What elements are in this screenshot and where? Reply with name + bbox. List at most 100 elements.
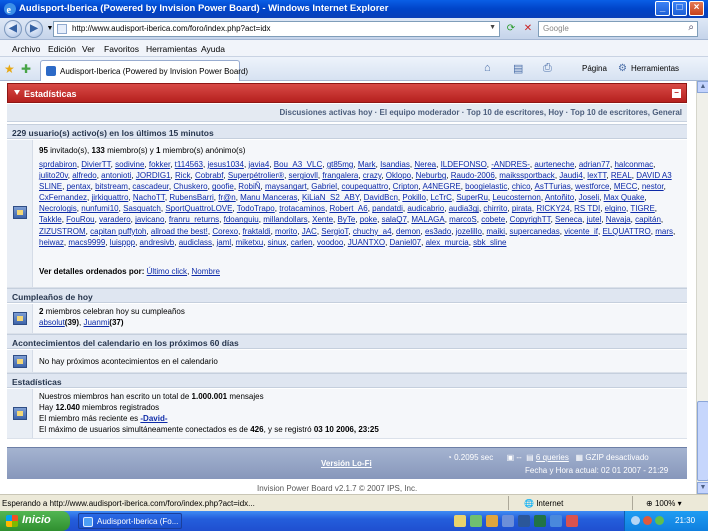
online-user-link[interactable]: DavidBcn bbox=[364, 193, 398, 202]
online-user-link[interactable]: Robert_A6 bbox=[329, 204, 367, 213]
online-user-link[interactable]: MECC bbox=[614, 182, 638, 191]
online-user-link[interactable]: varadero bbox=[99, 215, 131, 224]
minimize-section-icon[interactable]: − bbox=[672, 89, 681, 98]
refresh-icon[interactable]: ⟳ bbox=[503, 21, 519, 37]
online-user-link[interactable]: pirata bbox=[512, 204, 532, 213]
online-user-link[interactable]: SportQuattroLOVE bbox=[165, 204, 232, 213]
online-user-link[interactable]: Corexo bbox=[212, 227, 238, 236]
online-user-link[interactable]: A4NEGRE bbox=[422, 182, 460, 191]
online-user-link[interactable]: alex_murcia bbox=[426, 238, 469, 247]
online-user-link[interactable]: Necrologis bbox=[39, 204, 77, 213]
online-user-link[interactable]: Neburbg bbox=[416, 171, 447, 180]
tray-icon[interactable] bbox=[655, 516, 664, 525]
search-field[interactable]: Google ⌕ bbox=[538, 21, 698, 37]
online-user-link[interactable]: jozelillo bbox=[456, 227, 482, 236]
online-user-link[interactable]: andresivb bbox=[140, 238, 175, 247]
online-user-link[interactable]: millandollars bbox=[263, 215, 307, 224]
stop-icon[interactable]: ✕ bbox=[520, 21, 536, 37]
online-user-link[interactable]: Mark bbox=[358, 160, 376, 169]
online-user-link[interactable]: crazy bbox=[363, 171, 382, 180]
home-icon[interactable]: ⌂ bbox=[484, 62, 491, 74]
newest-member-link[interactable]: -David- bbox=[140, 414, 167, 423]
online-user-link[interactable]: coupequattro bbox=[341, 182, 388, 191]
online-user-link[interactable]: trotacaminos bbox=[279, 204, 325, 213]
minimize-button[interactable]: _ bbox=[655, 1, 670, 16]
online-user-link[interactable]: TodoTrapo bbox=[237, 204, 275, 213]
start-button[interactable]: Inicio bbox=[0, 511, 70, 531]
scroll-thumb[interactable] bbox=[697, 401, 708, 481]
online-user-link[interactable]: CopyrighTT bbox=[510, 215, 551, 224]
back-button[interactable]: ◀ bbox=[4, 20, 22, 38]
online-user-link[interactable]: Rick bbox=[175, 171, 191, 180]
online-user-link[interactable]: supercanedas bbox=[509, 227, 559, 236]
online-user-link[interactable]: gt85mg bbox=[327, 160, 354, 169]
online-user-link[interactable]: TIGRE bbox=[630, 204, 654, 213]
online-user-link[interactable]: macs9999 bbox=[68, 238, 105, 247]
online-user-link[interactable]: elgino bbox=[605, 204, 626, 213]
online-user-link[interactable]: DivierTT bbox=[81, 160, 110, 169]
online-user-link[interactable]: pandatdi bbox=[372, 204, 403, 213]
online-user-link[interactable]: RubensBarri bbox=[169, 193, 213, 202]
online-user-link[interactable]: JUANTXO bbox=[348, 238, 385, 247]
sort-name-link[interactable]: Nombre bbox=[192, 267, 220, 276]
online-user-link[interactable]: alfredo bbox=[72, 171, 96, 180]
online-user-link[interactable]: Pokillo bbox=[402, 193, 426, 202]
online-user-link[interactable]: -ANDRES- bbox=[491, 160, 530, 169]
online-user-link[interactable]: Cripton bbox=[393, 182, 419, 191]
online-user-link[interactable]: sbk_sline bbox=[473, 238, 506, 247]
online-user-link[interactable]: chico bbox=[512, 182, 531, 191]
online-user-link[interactable]: MALAGA bbox=[411, 215, 444, 224]
birthday-user-link[interactable]: absolut bbox=[39, 318, 65, 327]
online-user-link[interactable]: jesus1034 bbox=[207, 160, 243, 169]
online-user-link[interactable]: fdoanguiu bbox=[224, 215, 259, 224]
online-user-link[interactable]: salaQ7 bbox=[382, 215, 407, 224]
online-user-link[interactable]: sprdabiron bbox=[39, 160, 77, 169]
online-user-link[interactable]: pentax bbox=[67, 182, 91, 191]
online-user-link[interactable]: nunfumi10 bbox=[81, 204, 118, 213]
online-user-link[interactable]: Cobrabf bbox=[195, 171, 223, 180]
sort-last-click-link[interactable]: Último click bbox=[147, 267, 187, 276]
online-user-link[interactable]: boogielastic bbox=[465, 182, 507, 191]
online-user-link[interactable]: poke bbox=[360, 215, 377, 224]
online-user-link[interactable]: javicano bbox=[135, 215, 164, 224]
online-user-link[interactable]: nestor bbox=[642, 182, 664, 191]
online-user-link[interactable]: Navaja bbox=[606, 215, 631, 224]
zoom-level[interactable]: ⊕ 100% ▾ bbox=[646, 499, 682, 508]
tray-icon[interactable] bbox=[643, 516, 652, 525]
online-user-link[interactable]: Raudo-2006 bbox=[451, 171, 495, 180]
search-icon[interactable]: ⌕ bbox=[688, 22, 694, 33]
online-user-link[interactable]: luisppp bbox=[110, 238, 135, 247]
scroll-up-icon[interactable]: ▲ bbox=[697, 81, 708, 93]
online-user-link[interactable]: Seneca bbox=[555, 215, 582, 224]
online-user-link[interactable]: mars bbox=[655, 227, 673, 236]
online-user-link[interactable]: chirrito bbox=[483, 204, 507, 213]
address-dropdown-icon[interactable]: ▼ bbox=[489, 24, 496, 31]
online-user-link[interactable]: t114563 bbox=[175, 160, 203, 169]
menu-favoritos[interactable]: Favoritos bbox=[104, 44, 139, 54]
online-user-link[interactable]: Leucosternon bbox=[492, 193, 540, 202]
quicklaunch-icon[interactable] bbox=[486, 515, 498, 527]
online-user-link[interactable]: Bou_A3_VLC bbox=[274, 160, 322, 169]
security-zone[interactable]: 🌐 Internet bbox=[524, 499, 563, 508]
add-favorite-icon[interactable]: ✚ bbox=[21, 62, 31, 76]
online-user-link[interactable]: heiwaz bbox=[39, 238, 64, 247]
online-user-link[interactable]: RobiÑ bbox=[238, 182, 260, 191]
online-user-link[interactable]: JORDIG1 bbox=[136, 171, 171, 180]
online-user-link[interactable]: demon bbox=[396, 227, 420, 236]
close-button[interactable]: × bbox=[689, 1, 704, 16]
online-user-link[interactable]: ILDEFONSO bbox=[441, 160, 487, 169]
online-user-link[interactable]: javia4 bbox=[248, 160, 269, 169]
maximize-button[interactable]: □ bbox=[672, 1, 687, 16]
menu-herramientas[interactable]: Herramientas bbox=[146, 44, 197, 54]
online-user-link[interactable]: cobete bbox=[481, 215, 505, 224]
menu-ayuda[interactable]: Ayuda bbox=[201, 44, 225, 54]
online-user-link[interactable]: sodivine bbox=[115, 160, 144, 169]
vertical-scrollbar[interactable]: ▲ ▼ bbox=[696, 81, 708, 494]
online-user-link[interactable]: julito20v bbox=[39, 171, 68, 180]
online-user-link[interactable]: marcoS bbox=[449, 215, 477, 224]
online-user-link[interactable]: vicente_if bbox=[564, 227, 598, 236]
online-user-link[interactable]: AsTTurias bbox=[535, 182, 571, 191]
online-user-link[interactable]: sinux bbox=[268, 238, 287, 247]
online-user-link[interactable]: maikssportback bbox=[499, 171, 555, 180]
queries-link[interactable]: 6 queries bbox=[536, 453, 569, 462]
